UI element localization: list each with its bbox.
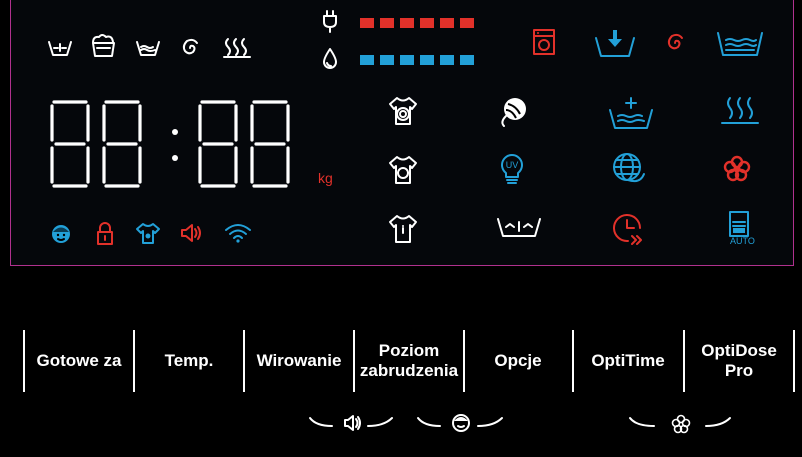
rinse-program-icon <box>496 216 542 240</box>
temperature-button[interactable]: Temp. <box>136 328 242 394</box>
time-display <box>48 100 308 190</box>
weight-unit-label: kg <box>318 170 333 186</box>
button-separator <box>793 330 795 392</box>
level-bar-segment <box>380 18 394 28</box>
soil-level-button[interactable]: Poziom zabrudzenia <box>356 328 462 394</box>
detergent-dose-icon <box>594 28 636 58</box>
child-lock-face-icon <box>50 223 72 245</box>
sound-combo-icon <box>344 415 361 431</box>
svg-text:UV: UV <box>506 160 519 170</box>
global-program-icon <box>612 152 646 186</box>
level-bar-segment <box>460 55 474 65</box>
optidose-combo-hint <box>628 412 738 436</box>
spin-spiral-icon <box>180 37 200 59</box>
auto-dose-icon <box>728 210 750 238</box>
level-bar-segment <box>360 18 374 28</box>
level-bar-segment <box>420 18 434 28</box>
wifi-icon <box>224 222 252 244</box>
shirt-icon <box>136 222 160 244</box>
water-drop-icon <box>322 48 338 70</box>
water-level-bars <box>360 55 480 67</box>
door-lock-icon <box>96 222 114 246</box>
wool-program-icon <box>498 96 528 128</box>
prewash-icon <box>608 96 654 132</box>
synthetic-program-icon <box>388 155 418 185</box>
basin-icon <box>48 38 72 58</box>
control-button-row: Gotowe za Temp. Wirowanie Poziom zabrudz… <box>0 328 802 394</box>
child-lock-combo-icon <box>452 414 470 432</box>
button-separator <box>463 330 465 392</box>
washing-machine-icon <box>532 28 556 56</box>
sound-icon <box>180 223 204 243</box>
level-bar-segment <box>420 55 434 65</box>
steam-program-icon <box>720 96 760 126</box>
timer-program-icon <box>612 212 646 246</box>
delicate-program-icon <box>388 214 418 244</box>
button-separator <box>572 330 574 392</box>
level-bar-segment <box>380 55 394 65</box>
flower-program-icon <box>722 154 752 184</box>
sound-child-lock-combo-hint <box>308 412 520 436</box>
uv-program-icon: UV <box>500 153 524 185</box>
level-bar-segment <box>360 55 374 65</box>
button-separator <box>23 330 25 392</box>
optidose-pro-button[interactable]: OptiDose Pro <box>686 328 792 394</box>
level-bar-segment <box>460 18 474 28</box>
auto-label: AUTO <box>730 236 755 246</box>
button-separator <box>133 330 135 392</box>
cotton-program-icon <box>388 96 418 126</box>
level-bar-segment <box>400 18 414 28</box>
steam-icon <box>222 37 252 59</box>
button-separator <box>683 330 685 392</box>
ready-in-button[interactable]: Gotowe za <box>26 328 132 394</box>
button-separator <box>353 330 355 392</box>
rinse-basin-icon <box>136 38 160 58</box>
temperature-level-bars <box>360 18 480 30</box>
spin-button[interactable]: Wirowanie <box>246 328 352 394</box>
level-bar-segment <box>400 55 414 65</box>
level-bar-segment <box>440 18 454 28</box>
optitime-button[interactable]: OptiTime <box>575 328 681 394</box>
button-separator <box>243 330 245 392</box>
power-plug-icon <box>322 10 338 33</box>
rinse-plus-icon <box>716 30 764 58</box>
spin-speed-icon <box>664 30 686 56</box>
soil-level-icon <box>90 34 118 58</box>
level-bar-segment <box>440 55 454 65</box>
flower-combo-icon <box>671 414 691 434</box>
options-button[interactable]: Opcje <box>466 328 570 394</box>
